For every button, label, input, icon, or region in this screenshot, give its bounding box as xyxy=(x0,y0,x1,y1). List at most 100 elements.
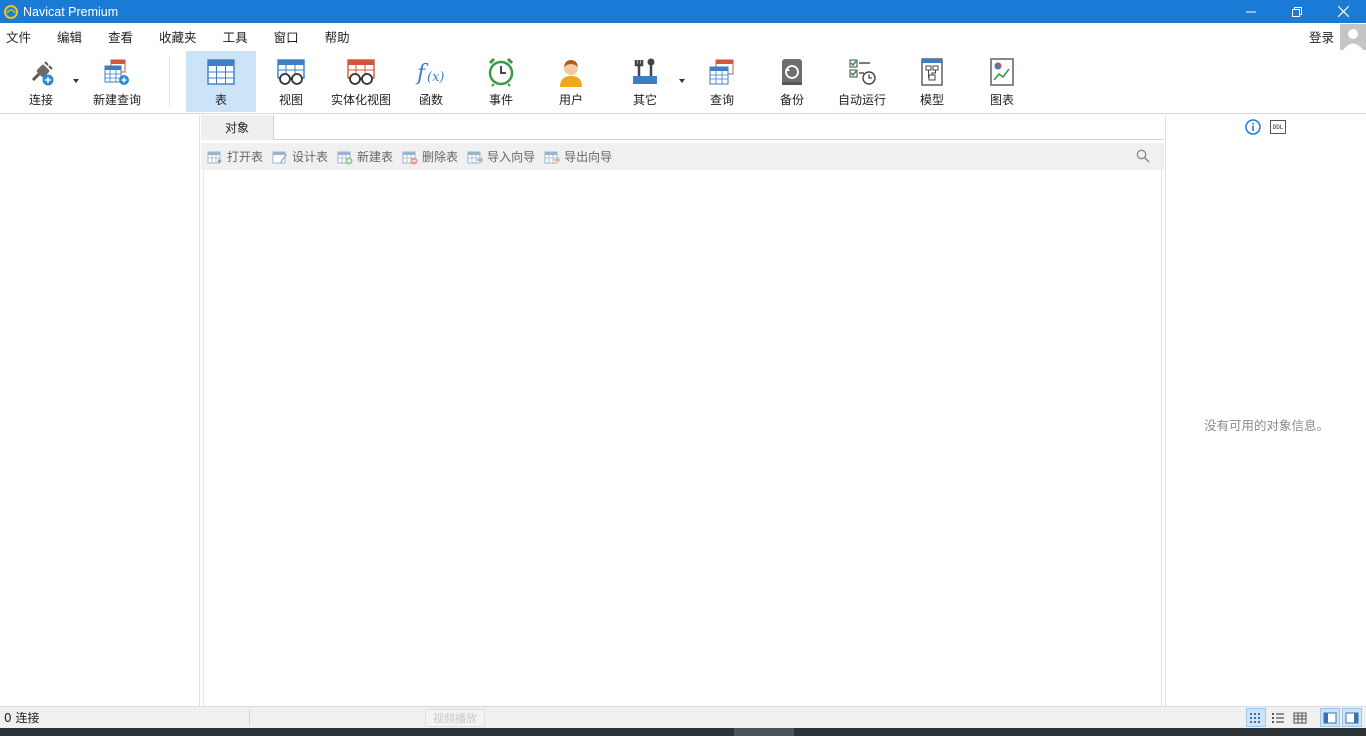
user-icon xyxy=(560,60,582,87)
toolbar-separator xyxy=(169,56,170,108)
ddl-icon[interactable]: DDL xyxy=(1270,120,1286,134)
connect-button[interactable]: 连接 xyxy=(14,51,68,112)
chart-icon xyxy=(990,58,1014,86)
menu-bar: 文件 编辑 查看 收藏夹 工具 窗口 帮助 登录 xyxy=(0,23,1366,50)
query-button[interactable]: 查询 xyxy=(690,51,754,112)
small-icons-view-icon xyxy=(1250,712,1260,723)
auto-run-label: 自动运行 xyxy=(837,93,886,107)
new-query-icon xyxy=(104,59,129,85)
design-table-label: 设计表 xyxy=(292,150,329,164)
new-table-icon xyxy=(337,151,353,164)
function-button[interactable]: f (x) 函数 xyxy=(398,51,464,112)
open-table-label: 打开表 xyxy=(227,150,264,164)
minimize-icon xyxy=(1246,11,1256,12)
navicat-logo-icon xyxy=(4,4,18,19)
new-table-label: 新建表 xyxy=(357,150,394,164)
menu-view[interactable]: 查看 xyxy=(102,27,139,46)
export-wizard-label: 导出向导 xyxy=(564,150,613,164)
status-separator xyxy=(249,709,250,726)
menu-tools[interactable]: 工具 xyxy=(217,27,254,46)
model-icon xyxy=(921,58,943,86)
list-view-button[interactable] xyxy=(1268,708,1288,727)
left-pane-icon xyxy=(1323,712,1337,723)
import-wizard-button[interactable]: 导入向导 xyxy=(467,148,535,165)
export-wizard-button[interactable]: 导出向导 xyxy=(544,148,612,165)
tools-icon xyxy=(633,58,657,84)
object-info-pane: DDL 没有可用的对象信息。 xyxy=(1165,115,1366,706)
other-button[interactable]: 其它 xyxy=(612,51,678,112)
model-button[interactable]: 模型 xyxy=(899,51,965,112)
detail-view-icon xyxy=(1293,712,1307,723)
connection-navigation-pane[interactable] xyxy=(0,115,200,706)
toggle-info-pane-button[interactable] xyxy=(1342,708,1362,727)
menu-edit[interactable]: 编辑 xyxy=(51,27,88,46)
status-bar: 0 连接 视频播放 xyxy=(0,706,1366,728)
menu-favorites[interactable]: 收藏夹 xyxy=(153,27,203,46)
backup-icon xyxy=(782,59,802,85)
new-query-button[interactable]: 新建查询 xyxy=(88,51,146,112)
detail-view-button[interactable] xyxy=(1290,708,1310,727)
open-table-button[interactable]: 打开表 xyxy=(207,148,263,165)
backup-button[interactable]: 备份 xyxy=(759,51,825,112)
user-button[interactable]: 用户 xyxy=(538,51,604,112)
event-label: 事件 xyxy=(488,93,513,107)
video-playback-overlay[interactable]: 视频播放 xyxy=(425,709,485,727)
minimize-button[interactable] xyxy=(1228,0,1274,23)
connection-count: 0 连接 xyxy=(4,711,40,725)
chart-button[interactable]: 图表 xyxy=(969,51,1035,112)
object-toolbar: 打开表 设计表 新建表 删除表 导入向导 导出向导 xyxy=(201,143,1164,170)
import-wizard-label: 导入向导 xyxy=(487,150,536,164)
materialized-view-button[interactable]: 实体化视图 xyxy=(326,51,396,112)
menu-window[interactable]: 窗口 xyxy=(268,27,305,46)
restore-button[interactable] xyxy=(1274,0,1320,23)
auto-run-button[interactable]: 自动运行 xyxy=(829,51,895,112)
backup-label: 备份 xyxy=(779,93,804,107)
list-view-small-icons-button[interactable] xyxy=(1246,708,1266,727)
taskbar-active-item[interactable] xyxy=(734,728,794,736)
toggle-navigation-pane-button[interactable] xyxy=(1320,708,1340,727)
avatar[interactable] xyxy=(1340,23,1366,50)
function-icon: f (x) xyxy=(415,61,444,86)
login-link[interactable]: 登录 xyxy=(1309,27,1334,46)
view-label: 视图 xyxy=(278,93,303,107)
ddl-icon-label: DDL xyxy=(1272,123,1284,131)
tab-objects[interactable]: 对象 xyxy=(201,115,274,140)
menu-help[interactable]: 帮助 xyxy=(319,27,356,46)
query-label: 查询 xyxy=(709,93,734,107)
delete-table-icon xyxy=(402,151,418,164)
design-table-icon xyxy=(272,151,288,163)
info-icon[interactable] xyxy=(1245,119,1261,135)
tab-bar: 对象 xyxy=(201,115,1164,140)
auto-run-icon xyxy=(849,59,876,85)
alarm-clock-icon xyxy=(488,57,514,87)
table-label: 表 xyxy=(214,93,227,107)
search-icon[interactable] xyxy=(1136,149,1150,163)
restore-icon xyxy=(1292,6,1302,17)
event-button[interactable]: 事件 xyxy=(468,51,534,112)
materialized-view-icon xyxy=(347,59,375,85)
connect-dropdown-arrow[interactable] xyxy=(73,79,79,83)
view-button[interactable]: 视图 xyxy=(258,51,324,112)
close-button[interactable] xyxy=(1320,0,1366,23)
object-list-area[interactable] xyxy=(203,170,1162,706)
delete-table-label: 删除表 xyxy=(422,150,459,164)
menu-file[interactable]: 文件 xyxy=(0,27,37,46)
table-button[interactable]: 表 xyxy=(186,51,256,112)
new-table-button[interactable]: 新建表 xyxy=(337,148,393,165)
query-icon xyxy=(709,59,734,85)
main-toolbar: 连接 新建查询 表 视图 实体化视图 f (x) 函数 事件 用户 其它 查询 … xyxy=(0,50,1366,114)
materialized-view-label: 实体化视图 xyxy=(330,93,391,107)
export-wizard-icon xyxy=(544,151,561,163)
delete-table-button[interactable]: 删除表 xyxy=(402,148,458,165)
no-object-info-text: 没有可用的对象信息。 xyxy=(1203,418,1329,433)
model-label: 模型 xyxy=(919,93,944,107)
close-icon xyxy=(1337,6,1349,17)
other-dropdown-arrow[interactable] xyxy=(679,79,685,83)
other-label: 其它 xyxy=(632,93,657,107)
plug-icon xyxy=(31,61,54,86)
design-table-button[interactable]: 设计表 xyxy=(272,148,328,165)
view-icon xyxy=(277,59,305,85)
chart-label: 图表 xyxy=(989,93,1014,107)
function-label: 函数 xyxy=(418,93,443,107)
title-bar: Navicat Premium xyxy=(0,0,1366,23)
